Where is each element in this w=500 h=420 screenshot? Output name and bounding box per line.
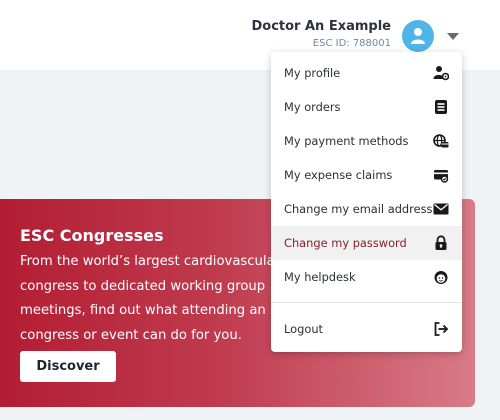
- user-info[interactable]: Doctor An Example ESC ID: 788001: [251, 18, 391, 51]
- user-icon: [411, 28, 425, 44]
- promo-title: ESC Congresses: [20, 226, 164, 245]
- chevron-down-icon[interactable]: [447, 33, 459, 40]
- menu-item-payment-methods[interactable]: My payment methods: [271, 124, 462, 158]
- orders-icon: [435, 100, 447, 114]
- menu-item-label: My orders: [284, 100, 341, 114]
- menu-item-logout[interactable]: Logout: [271, 312, 462, 346]
- discover-button[interactable]: Discover: [20, 351, 116, 382]
- menu-item-label: My expense claims: [284, 168, 393, 182]
- menu-divider: [271, 302, 462, 303]
- user-dropdown-menu: My profile My orders My payment methods …: [271, 52, 462, 352]
- menu-item-label: Change my email address: [284, 202, 433, 216]
- lock-icon: [435, 235, 447, 250]
- menu-item-helpdesk[interactable]: My helpdesk: [271, 260, 462, 294]
- menu-item-expense-claims[interactable]: My expense claims: [271, 158, 462, 192]
- avatar[interactable]: [402, 20, 434, 52]
- menu-item-label: Logout: [284, 322, 323, 336]
- user-name: Doctor An Example: [251, 19, 391, 34]
- menu-item-label: My helpdesk: [284, 270, 356, 284]
- profile-settings-icon: [433, 66, 449, 81]
- logout-icon: [434, 322, 449, 336]
- envelope-icon: [433, 203, 449, 215]
- menu-item-label: My profile: [284, 66, 341, 80]
- user-esc-id: ESC ID: 788001: [312, 38, 391, 49]
- payment-globe-icon: [433, 134, 449, 148]
- expense-card-icon: [434, 170, 449, 183]
- menu-item-change-email[interactable]: Change my email address: [271, 192, 462, 226]
- menu-item-change-password[interactable]: Change my password: [271, 226, 462, 260]
- menu-item-my-profile[interactable]: My profile: [271, 56, 462, 90]
- menu-item-label: My payment methods: [284, 134, 409, 148]
- helpdesk-icon: [434, 271, 448, 284]
- menu-item-my-orders[interactable]: My orders: [271, 90, 462, 124]
- menu-item-label: Change my password: [284, 236, 407, 250]
